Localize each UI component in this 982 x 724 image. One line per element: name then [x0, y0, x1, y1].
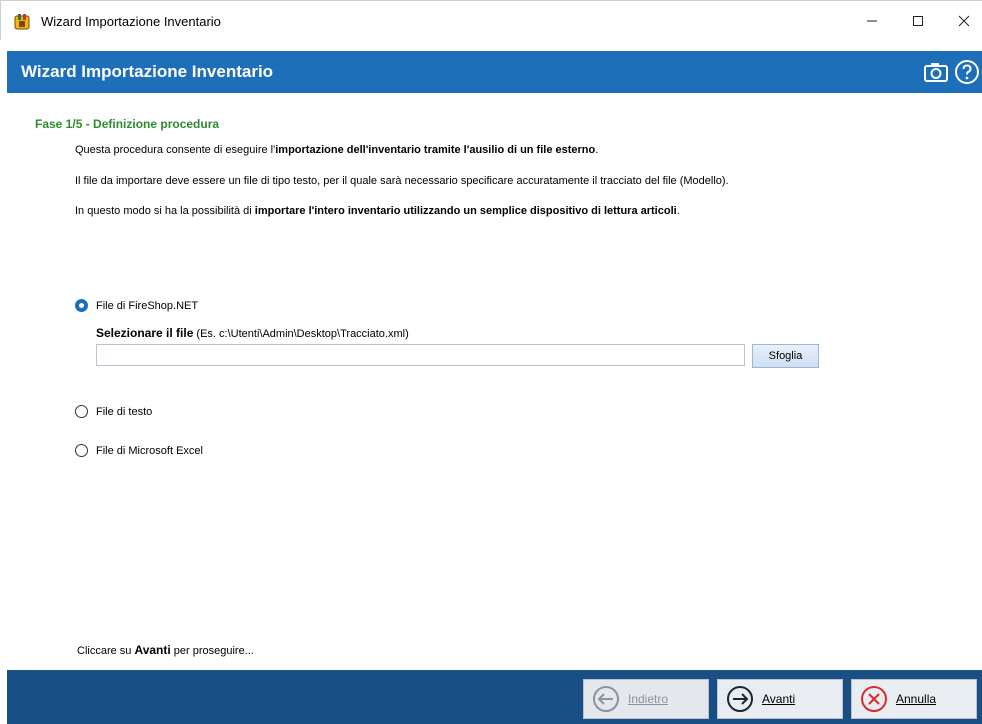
close-icon — [958, 15, 970, 27]
intro-line-2: Il file da importare deve essere un file… — [75, 175, 729, 187]
option-excel-file-label: File di Microsoft Excel — [96, 444, 203, 457]
intro-line-3-end: . — [676, 205, 680, 217]
cancel-button[interactable]: Annulla — [851, 679, 977, 719]
intro-line-3-bold: importare l'intero inventario utilizzand… — [254, 205, 677, 217]
help-icon[interactable] — [954, 59, 980, 85]
intro-line-3-text: In questo modo si ha la possibilità di — [75, 205, 255, 217]
file-select-label: Selezionare il file (Es. c:\Utenti\Admin… — [96, 326, 409, 340]
option-fireshop[interactable]: File di FireShop.NET — [75, 299, 198, 312]
intro-line-3: In questo modo si ha la possibilità di i… — [75, 205, 680, 217]
window-titlebar: Wizard Importazione Inventario — [0, 0, 982, 40]
intro-line-1-text: Questa procedura consente di eseguire l' — [75, 144, 276, 156]
maximize-button[interactable] — [895, 1, 941, 41]
radio-fireshop[interactable] — [75, 299, 88, 312]
close-button[interactable] — [941, 1, 982, 41]
intro-line-1-end: . — [595, 144, 599, 156]
option-text-file-label: File di testo — [96, 405, 153, 418]
cancel-button-label: Annulla — [896, 692, 937, 706]
wizard-footer: Indietro Avanti Annulla — [7, 670, 982, 724]
maximize-icon — [913, 16, 923, 26]
wizard-content: Fase 1/5 - Definizione procedura Questa … — [7, 93, 982, 670]
minimize-icon — [867, 20, 877, 22]
next-button-label: Avanti — [762, 692, 796, 706]
intro-line-1: Questa procedura consente di eseguire l'… — [75, 144, 598, 156]
wizard-header: Wizard Importazione Inventario — [7, 51, 982, 93]
footer-note-text: Cliccare su — [77, 645, 135, 657]
cancel-x-icon — [861, 686, 887, 712]
footer-note-bold: Avanti — [134, 643, 171, 657]
option-excel-file[interactable]: File di Microsoft Excel — [75, 444, 203, 457]
browse-button[interactable]: Sfoglia — [752, 344, 819, 368]
option-text-file[interactable]: File di testo — [75, 405, 152, 418]
file-select-hint: (Es. c:\Utenti\Admin\Desktop\Tracciato.x… — [193, 328, 409, 340]
minimize-button[interactable] — [849, 1, 895, 41]
back-button[interactable]: Indietro — [583, 679, 709, 719]
radio-text-file[interactable] — [75, 405, 88, 418]
footer-note-end: per proseguire... — [170, 645, 254, 657]
app-icon — [14, 14, 30, 30]
wizard-title: Wizard Importazione Inventario — [21, 62, 274, 81]
arrow-right-icon — [727, 686, 753, 712]
back-button-label: Indietro — [628, 692, 669, 706]
phase-title: Fase 1/5 - Definizione procedura — [35, 117, 220, 131]
camera-icon[interactable] — [923, 59, 949, 85]
file-select-label-bold: Selezionare il file — [96, 326, 194, 340]
footer-note: Cliccare su Avanti per proseguire... — [77, 643, 254, 657]
arrow-left-icon — [593, 686, 619, 712]
window-title: Wizard Importazione Inventario — [41, 14, 221, 29]
option-fireshop-label: File di FireShop.NET — [96, 299, 199, 312]
intro-line-1-bold: importazione dell'inventario tramite l'a… — [275, 144, 596, 156]
radio-excel-file[interactable] — [75, 444, 88, 457]
file-path-input[interactable] — [96, 344, 745, 366]
next-button[interactable]: Avanti — [717, 679, 843, 719]
